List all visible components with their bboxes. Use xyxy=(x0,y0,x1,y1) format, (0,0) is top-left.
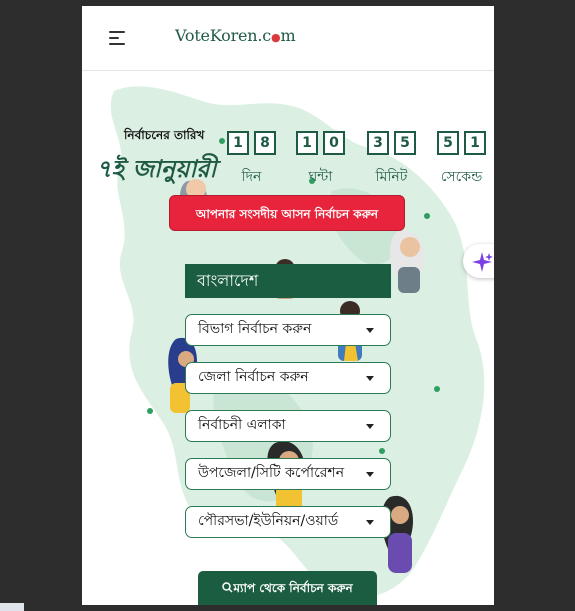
upazila-select-label: উপজেলা/সিটি কর্পোরেশন xyxy=(198,465,345,481)
constituency-select-label: নির্বাচনী এলাকা xyxy=(198,417,286,433)
countdown-hours: 1 0 ঘন্টা xyxy=(296,131,345,189)
division-select[interactable]: বিভাগ নির্বাচন করুন xyxy=(185,314,391,346)
mobile-viewport: VoteKoren.c●m নির্বাচনের তারিখ ৭ই জানুয়… xyxy=(82,6,494,605)
union-select-label: পৌরসভা/ইউনিয়ন/ওয়ার্ড xyxy=(198,513,339,529)
caret-down-icon xyxy=(366,424,374,429)
countdown-digit: 8 xyxy=(254,131,276,155)
election-date-label: নির্বাচনের তারিখ xyxy=(124,128,205,142)
division-select-label: বিভাগ নির্বাচন করুন xyxy=(198,321,312,337)
hero-section: নির্বাচনের তারিখ ৭ই জানুয়ারী 1 8 দিন 1 … xyxy=(82,71,494,605)
countdown-minutes: 3 5 মিনিট xyxy=(367,131,416,189)
countdown-days: 1 8 দিন xyxy=(227,131,276,189)
menu-icon[interactable] xyxy=(109,31,125,45)
countdown-unit: দিন xyxy=(241,169,262,185)
election-date: ৭ই জানুয়ারী xyxy=(96,154,217,183)
caret-down-icon xyxy=(366,520,374,525)
caret-down-icon xyxy=(366,328,374,333)
countdown-digit: 5 xyxy=(437,131,459,155)
countdown-seconds: 5 1 সেকেন্ড xyxy=(437,131,486,189)
taskbar-corner xyxy=(0,603,24,611)
countdown-unit: ঘন্টা xyxy=(308,169,333,185)
constituency-select[interactable]: নির্বাচনী এলাকা xyxy=(185,410,391,442)
upazila-select[interactable]: উপজেলা/সিটি কর্পোরেশন xyxy=(185,458,391,490)
caret-down-icon xyxy=(366,376,374,381)
district-select[interactable]: জেলা নির্বাচন করুন xyxy=(185,362,391,394)
countdown-digit: 1 xyxy=(227,131,249,155)
caret-down-icon xyxy=(366,472,374,477)
countdown-digit: 0 xyxy=(323,131,345,155)
countdown-digit: 1 xyxy=(464,131,486,155)
select-from-map-button[interactable]: ম্যাপ থেকে নির্বাচন করুন xyxy=(198,571,377,605)
ai-assistant-button[interactable] xyxy=(463,244,494,278)
country-header: বাংলাদেশ xyxy=(185,264,391,298)
site-header: VoteKoren.c●m xyxy=(82,6,494,71)
countdown-unit: সেকেন্ড xyxy=(440,169,483,185)
union-select[interactable]: পৌরসভা/ইউনিয়ন/ওয়ার্ড xyxy=(185,506,391,538)
countdown-digit: 5 xyxy=(394,131,416,155)
countdown-unit: মিনিট xyxy=(375,169,408,185)
countdown-digit: 1 xyxy=(296,131,318,155)
select-seat-button[interactable]: আপনার সংসদীয় আসন নির্বাচন করুন xyxy=(169,195,405,231)
site-logo[interactable]: VoteKoren.c●m xyxy=(175,26,296,45)
search-icon xyxy=(222,582,233,593)
district-select-label: জেলা নির্বাচন করুন xyxy=(198,369,309,385)
countdown-digit: 3 xyxy=(367,131,389,155)
sparkle-icon xyxy=(472,252,493,272)
select-from-map-label: ম্যাপ থেকে নির্বাচন করুন xyxy=(233,581,353,595)
